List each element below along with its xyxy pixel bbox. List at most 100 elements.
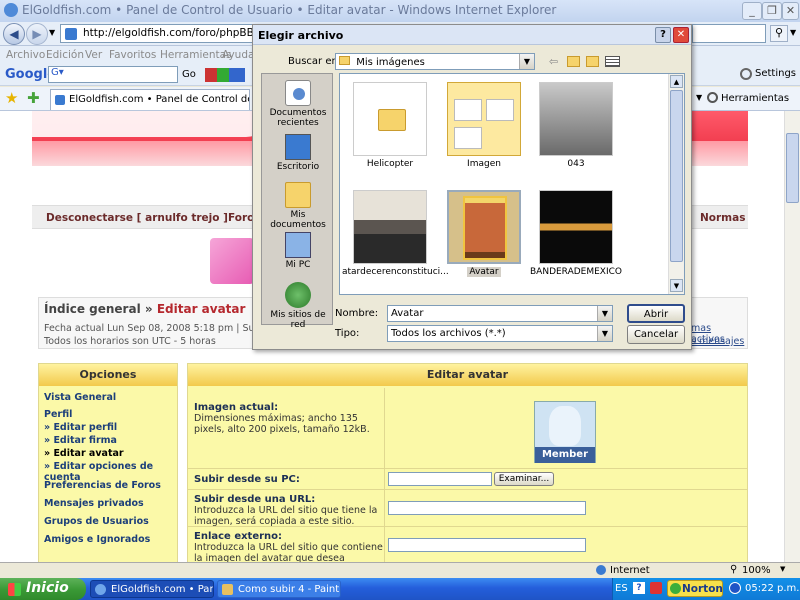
file-item-043[interactable]: 043	[528, 82, 624, 169]
filename-input[interactable]: Avatar ▼	[387, 305, 613, 322]
look-in-select[interactable]: Mis imágenes ▼	[335, 53, 535, 70]
file-item-avatar[interactable]: Avatar	[436, 190, 532, 277]
back-button[interactable]: ◀	[3, 23, 25, 45]
new-folder-icon[interactable]	[586, 56, 599, 67]
options-edit-profile[interactable]: » Editar perfil	[44, 422, 117, 433]
google-tools-icon[interactable]	[205, 68, 245, 82]
maximize-button[interactable]: ❐	[762, 2, 782, 20]
shield-tray-icon[interactable]	[650, 582, 662, 594]
search-input[interactable]	[692, 24, 766, 43]
dialog-close-button[interactable]: ✕	[673, 27, 689, 43]
address-text: http://elgoldfish.com/foro/phpBB2/ucp.ph…	[83, 27, 259, 39]
file-item-bandera[interactable]: BANDERADEMEXICO	[528, 190, 624, 277]
options-profile[interactable]: Perfil	[44, 409, 72, 420]
zoom-dropdown-icon[interactable]: ▼	[780, 565, 785, 573]
dialog-title-bar: Elegir archivo	[253, 25, 691, 45]
edit-avatar-header: Editar avatar	[188, 364, 747, 386]
norton-button[interactable]: Norton	[667, 580, 723, 597]
close-button[interactable]: ✕	[782, 2, 799, 20]
forum-link[interactable]: Foro	[228, 212, 254, 224]
place-recent-documents[interactable]: Documentos recientes	[262, 80, 334, 128]
file-name-atardecer: atardecerenconstituci...	[342, 267, 449, 277]
options-overview[interactable]: Vista General	[44, 392, 116, 403]
start-label: Inicio	[26, 580, 69, 596]
filetype-select[interactable]: Todos los archivos (*.*) ▼	[387, 325, 613, 342]
place-my-pc[interactable]: Mi PC	[262, 232, 334, 270]
browse-button[interactable]: Examinar...	[494, 472, 554, 486]
chevron-down-icon[interactable]: ▼	[519, 54, 534, 69]
back-icon[interactable]: ⇦	[549, 55, 558, 68]
filename-dropdown-icon[interactable]: ▼	[597, 306, 612, 321]
filetype-dropdown-icon[interactable]: ▼	[597, 326, 612, 341]
view-menu-icon[interactable]	[605, 56, 620, 67]
breadcrumb-current[interactable]: Editar avatar	[157, 302, 246, 316]
options-edit-avatar[interactable]: » Editar avatar	[44, 448, 124, 459]
address-input[interactable]: http://elgoldfish.com/foro/phpBB2/ucp.ph…	[60, 24, 260, 43]
help-tray-icon[interactable]: ?	[633, 582, 645, 594]
rules-link[interactable]: Normas	[700, 212, 745, 224]
place-network[interactable]: Mis sitios de red	[262, 282, 334, 330]
tools-menu-button[interactable]: Herramientas	[721, 93, 789, 104]
upload-pc-input[interactable]	[388, 472, 492, 486]
gear-icon[interactable]	[740, 68, 752, 80]
scroll-thumb[interactable]	[786, 133, 799, 203]
upload-url-input[interactable]	[388, 501, 586, 515]
clock[interactable]: 05:22 p.m.	[745, 583, 799, 594]
favorites-star-icon[interactable]: ★	[5, 89, 18, 107]
options-forum-prefs[interactable]: Preferencias de Foros	[44, 480, 161, 491]
menu-archivo[interactable]: Archivo	[6, 49, 45, 61]
menu-edicion[interactable]: Edición	[46, 49, 84, 61]
right-link-messages[interactable]: s mensajes	[691, 336, 744, 347]
taskbar-paint-window[interactable]: Como subir 4 - Paint	[217, 580, 341, 598]
file-dialog: Elegir archivo ? ✕ Buscar en: Mis imágen…	[252, 24, 692, 350]
file-list-scroll-thumb[interactable]	[670, 90, 683, 262]
google-go-button[interactable]: Go	[182, 69, 196, 80]
search-dropdown-icon[interactable]: ▼	[790, 28, 796, 37]
file-item-helicopter[interactable]: Helicopter	[342, 82, 438, 169]
options-private-messages[interactable]: Mensajes privados	[44, 498, 144, 509]
external-link-input[interactable]	[388, 538, 586, 552]
settings-button[interactable]: Settings	[755, 68, 796, 79]
file-thumb-atardecer	[353, 190, 427, 264]
ad-banner[interactable]	[210, 238, 254, 284]
google-search-input[interactable]: G▾	[48, 66, 178, 83]
dialog-help-button[interactable]: ?	[655, 27, 671, 43]
options-user-groups[interactable]: Grupos de Usuarios	[44, 516, 149, 527]
page-scrollbar[interactable]	[784, 111, 800, 562]
menu-favoritos[interactable]: Favoritos	[109, 49, 156, 61]
logout-link[interactable]: Desconectarse [ arnulfo trejo ]	[46, 212, 228, 224]
up-folder-icon[interactable]	[567, 56, 580, 67]
menu-herramientas[interactable]: Herramientas	[160, 49, 232, 61]
options-friends[interactable]: Amigos e Ignorados	[44, 534, 150, 545]
norton-label: Norton	[682, 583, 723, 595]
add-favorite-icon[interactable]: ✚	[27, 89, 40, 107]
file-item-imagen[interactable]: Imagen	[436, 82, 532, 169]
tools-gear-icon[interactable]	[707, 92, 718, 103]
language-indicator[interactable]: ES	[615, 583, 628, 594]
options-edit-signature[interactable]: » Editar firma	[44, 435, 117, 446]
tab-current[interactable]: ElGoldfish.com • Panel de Control de Usu…	[50, 89, 250, 110]
menu-ver[interactable]: Ver	[85, 49, 102, 61]
file-list-scroll-up[interactable]: ▲	[670, 75, 683, 88]
breadcrumb-index[interactable]: Índice general	[44, 302, 141, 316]
open-button[interactable]: Abrir	[627, 304, 685, 323]
cancel-button[interactable]: Cancelar	[627, 325, 685, 344]
nav-dropdown-icon[interactable]: ▼	[49, 28, 55, 37]
system-tray: ES ? Norton 05:22 p.m.	[612, 578, 800, 600]
taskbar-ie-window[interactable]: ElGoldfish.com • Panel...	[90, 580, 214, 598]
place-desktop[interactable]: Escritorio	[262, 134, 334, 172]
file-list-scroll-down[interactable]: ▼	[670, 279, 683, 292]
file-list-scrollbar[interactable]: ▲ ▼	[668, 74, 684, 294]
forward-button[interactable]: ▶	[26, 23, 48, 45]
menu-ayuda[interactable]: Ayuda	[222, 49, 254, 61]
upload-pc-label-block: Subir desde su PC:	[194, 474, 384, 485]
minimize-button[interactable]: _	[742, 2, 762, 20]
tools-dropdown-icon[interactable]: ▼	[696, 93, 702, 102]
upload-url-label: Subir desde una URL:	[194, 494, 316, 505]
start-button[interactable]: Inicio	[0, 578, 86, 600]
file-item-atardecer[interactable]: atardecerenconstituci...	[342, 190, 449, 277]
search-icon[interactable]: ⚲	[770, 25, 788, 42]
zoom-icon[interactable]: ⚲	[730, 564, 737, 575]
zoom-level[interactable]: 100%	[742, 565, 771, 576]
place-my-documents[interactable]: Mis documentos	[262, 182, 334, 230]
